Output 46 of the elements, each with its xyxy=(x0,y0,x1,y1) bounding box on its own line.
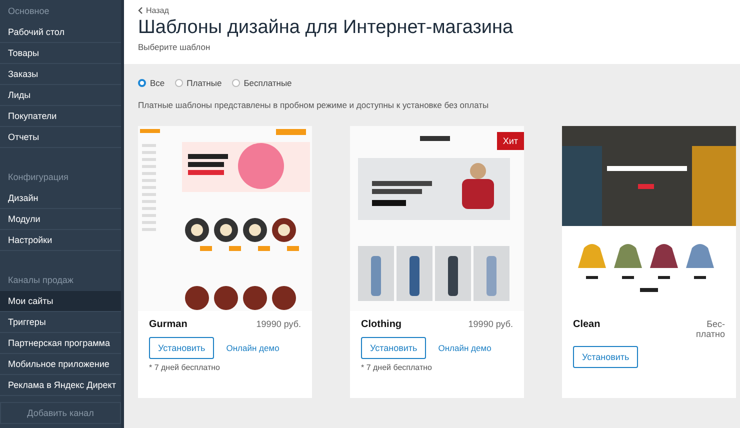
nav-item[interactable]: Заказы xyxy=(0,64,121,85)
chevron-left-icon xyxy=(138,7,143,14)
section-title: Конфигурация xyxy=(7,171,70,184)
filter-radio[interactable]: Бесплатные xyxy=(232,78,292,88)
template-price: Бес-платно xyxy=(694,319,725,339)
trial-note: * 7 дней бесплатно xyxy=(149,363,221,372)
page-title: Шаблоны дизайна для Интернет-магазина xyxy=(138,17,514,39)
back-link[interactable]: Назад xyxy=(138,6,169,15)
hit-badge: Хит xyxy=(496,132,524,150)
nav-item[interactable]: Настройки xyxy=(0,230,121,251)
template-name: Clean xyxy=(573,319,600,330)
nav-item[interactable]: Партнерская программа xyxy=(0,333,121,354)
trial-note: * 7 дней бесплатно xyxy=(361,363,433,372)
install-button[interactable]: Установить xyxy=(361,337,426,359)
nav-item[interactable]: Лиды xyxy=(0,85,121,106)
nav-item[interactable]: Дизайн xyxy=(0,188,121,209)
template-name: Clothing xyxy=(361,319,402,330)
template-price: 19990 руб. xyxy=(255,319,301,329)
nav-item[interactable]: Товары xyxy=(0,43,121,64)
nav-item[interactable]: Модули xyxy=(0,209,121,230)
template-price: 19990 руб. xyxy=(467,319,513,329)
radio-icon[interactable] xyxy=(138,79,146,87)
radio-label: Все xyxy=(150,78,165,88)
filter-radio[interactable]: Все xyxy=(138,78,165,88)
nav-item[interactable]: Мои сайты xyxy=(0,291,121,312)
nav-item[interactable]: Рабочий стол xyxy=(0,22,121,43)
radio-icon[interactable] xyxy=(232,79,240,87)
template-name: Gurman xyxy=(149,319,188,330)
filter-radio[interactable]: Платные xyxy=(174,78,222,88)
nav-item[interactable]: Мобильное приложение xyxy=(0,354,121,375)
info-text: Платные шаблоны представлены в пробном режиме и доступны к установке без оплаты xyxy=(138,100,490,110)
install-button[interactable]: Установить xyxy=(149,337,214,359)
nav-item[interactable]: Триггеры xyxy=(0,312,121,333)
section-title: Основное xyxy=(7,5,50,18)
radio-label: Бесплатные xyxy=(244,78,292,88)
page-subtitle: Выберите шаблон xyxy=(138,42,210,52)
section-title: Каналы продаж xyxy=(7,274,74,287)
demo-link[interactable]: Онлайн демо xyxy=(438,343,492,353)
install-button[interactable]: Установить xyxy=(573,346,638,368)
add-channel-button[interactable]: Добавить канал xyxy=(0,402,121,424)
radio-icon[interactable] xyxy=(174,79,183,87)
nav-item[interactable]: Отчеты xyxy=(0,127,121,148)
radio-label: Платные xyxy=(186,78,222,88)
nav-item[interactable]: Реклама в Яндекс Директ xyxy=(0,375,121,396)
nav-item[interactable]: Покупатели xyxy=(0,106,121,127)
demo-link[interactable]: Онлайн демо xyxy=(226,343,280,353)
